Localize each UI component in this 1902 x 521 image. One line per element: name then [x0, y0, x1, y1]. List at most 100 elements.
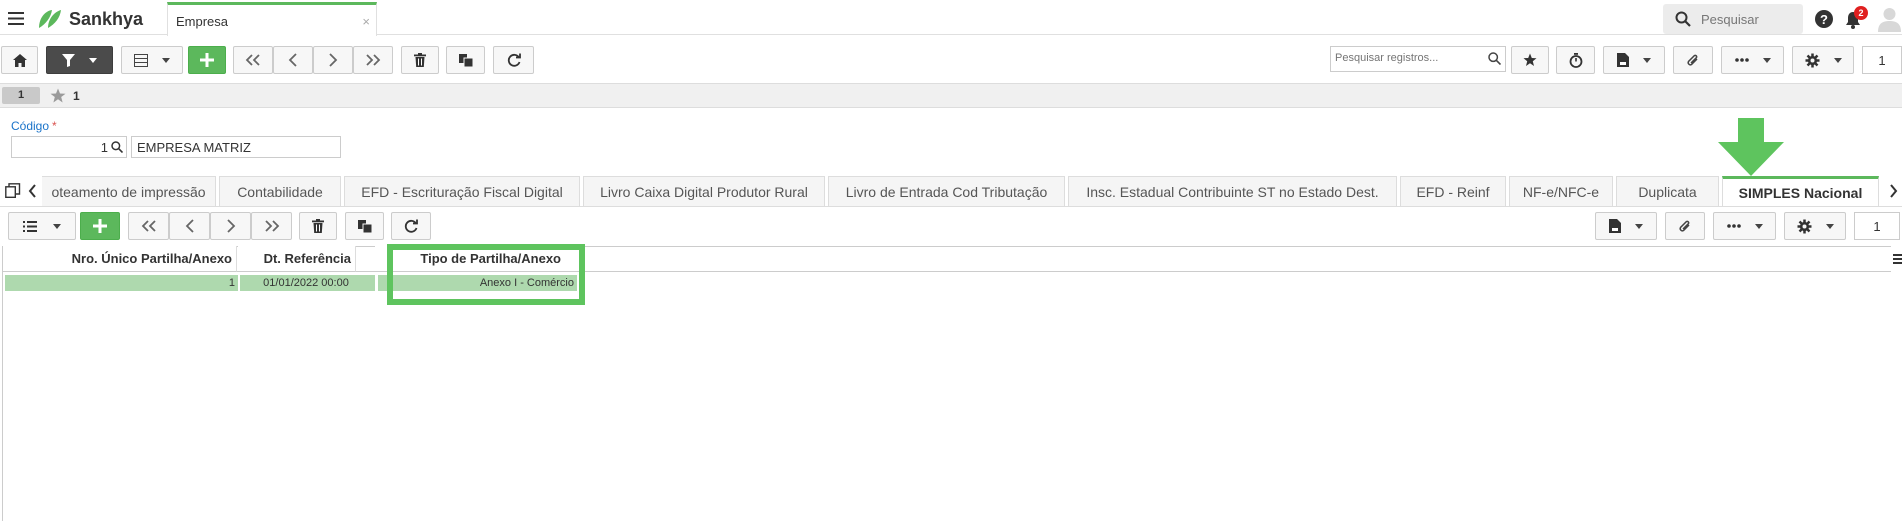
- grid-previous-button[interactable]: [169, 212, 210, 240]
- more-actions-button[interactable]: [1721, 46, 1784, 74]
- chevron-down-icon: [162, 57, 170, 63]
- attachments-button[interactable]: [1673, 46, 1713, 74]
- help-icon[interactable]: ?: [1815, 10, 1833, 28]
- arrow-down-icon: [1718, 118, 1784, 176]
- tab-efd-reinf[interactable]: EFD - Reinf: [1400, 176, 1506, 206]
- first-record-button[interactable]: [233, 46, 273, 74]
- column-menu-icon[interactable]: [1893, 254, 1902, 264]
- chevron-right-icon[interactable]: [1889, 184, 1898, 198]
- record-index-pill[interactable]: 1: [2, 87, 40, 104]
- stopwatch-icon: [1569, 52, 1582, 68]
- chevron-down-icon: [1643, 57, 1651, 63]
- grid-refresh-button[interactable]: [391, 212, 431, 240]
- tab-insc-estadual[interactable]: Insc. Estadual Contribuinte ST no Estado…: [1068, 176, 1397, 206]
- home-button[interactable]: [1, 46, 38, 74]
- grid-attachments-button[interactable]: [1665, 212, 1705, 240]
- menu-icon[interactable]: [8, 12, 24, 25]
- next-record-button[interactable]: [313, 46, 353, 74]
- grid-first-button[interactable]: [128, 212, 169, 240]
- sankhya-leaf-icon: [39, 10, 61, 28]
- favorite-button[interactable]: [1511, 46, 1549, 74]
- tab-empresa[interactable]: Empresa ×: [167, 2, 377, 36]
- page-number-field[interactable]: 1: [1862, 46, 1902, 74]
- double-chevron-right-icon: [366, 54, 381, 66]
- codigo-label: Código *: [11, 119, 57, 133]
- tab-livro-caixa[interactable]: Livro Caixa Digital Produtor Rural: [583, 176, 825, 206]
- notifications[interactable]: 2: [1845, 6, 1868, 29]
- previous-record-button[interactable]: [273, 46, 313, 74]
- tab-contabilidade[interactable]: Contabilidade: [219, 176, 341, 206]
- add-button[interactable]: [188, 46, 226, 74]
- codigo-field[interactable]: 1: [11, 136, 127, 158]
- grid-reports-button[interactable]: [1595, 212, 1657, 240]
- tab-efd[interactable]: EFD - Escrituração Fiscal Digital: [344, 176, 580, 206]
- favorites-count: 1: [73, 89, 80, 103]
- highlight-box: [387, 244, 585, 305]
- data-grid: Nro. Único Partilha/Anexo Dt. Referência…: [2, 246, 1902, 521]
- trash-icon: [414, 53, 426, 67]
- chevron-down-icon: [89, 57, 97, 63]
- chevron-down-icon: [1762, 57, 1771, 63]
- filter-button[interactable]: [46, 46, 113, 74]
- cell-nro-unico[interactable]: 1: [5, 275, 239, 291]
- copy-icon: [458, 53, 473, 67]
- tab-livro-entrada[interactable]: Livro de Entrada Cod Tributação: [828, 176, 1065, 206]
- tab-duplicata[interactable]: Duplicata: [1616, 176, 1719, 206]
- reports-button[interactable]: [1603, 46, 1665, 74]
- user-avatar[interactable]: [1877, 6, 1902, 32]
- grid-more-button[interactable]: [1713, 212, 1776, 240]
- search-records-input[interactable]: [1335, 52, 1485, 64]
- paperclip-icon: [1687, 54, 1698, 66]
- grid-menu-button[interactable]: [8, 212, 76, 240]
- main-toolbar: 1: [0, 42, 1902, 84]
- grid-page-number[interactable]: 1: [1854, 212, 1900, 240]
- gear-icon: [1797, 219, 1811, 233]
- tab-roteamento[interactable]: oteamento de impressão: [42, 176, 216, 206]
- grid-settings-button[interactable]: [1784, 212, 1846, 240]
- chevron-down-icon: [1754, 223, 1763, 229]
- sankhya-logo[interactable]: Sankhya: [36, 8, 143, 30]
- tabs-divider: [0, 206, 1902, 207]
- star-icon: [1523, 53, 1537, 66]
- grid-last-button[interactable]: [251, 212, 292, 240]
- last-record-button[interactable]: [353, 46, 393, 74]
- filter-icon: [62, 53, 75, 67]
- chevron-down-icon: [1635, 223, 1643, 229]
- double-chevron-right-icon: [264, 220, 279, 232]
- detail-tabs: oteamento de impressão Contabilidade EFD…: [0, 176, 1902, 206]
- refresh-button[interactable]: [493, 46, 534, 74]
- settings-button[interactable]: [1792, 46, 1854, 74]
- refresh-icon: [404, 219, 418, 233]
- grid-duplicate-button[interactable]: [345, 212, 384, 240]
- chevron-down-icon: [53, 223, 61, 229]
- top-bar: Sankhya Empresa × Pesquisar ? 2: [0, 0, 1902, 36]
- record-breadcrumb: 1 1: [0, 84, 1902, 108]
- chevron-left-icon[interactable]: [28, 184, 37, 198]
- tab-simples-nacional[interactable]: SIMPLES Nacional: [1722, 176, 1879, 206]
- chevron-left-icon: [288, 53, 297, 67]
- report-file-icon: [1617, 53, 1629, 67]
- copy-icon[interactable]: [5, 183, 21, 198]
- trash-icon: [312, 219, 324, 233]
- search-icon[interactable]: [111, 141, 123, 153]
- timer-button[interactable]: [1556, 46, 1595, 74]
- tab-nfe-nfce[interactable]: NF-e/NFC-e: [1509, 176, 1613, 206]
- more-dots-icon: [1734, 58, 1749, 62]
- grid-view-button[interactable]: [121, 46, 183, 74]
- global-search[interactable]: Pesquisar: [1663, 4, 1803, 34]
- search-records[interactable]: [1330, 46, 1506, 72]
- col-header-dt-referencia[interactable]: Dt. Referência: [238, 246, 356, 272]
- cell-dt-referencia[interactable]: 01/01/2022 00:00: [240, 275, 376, 291]
- grid-add-button[interactable]: [80, 212, 120, 240]
- duplicate-button[interactable]: [446, 46, 485, 74]
- chevron-down-icon: [1825, 223, 1834, 229]
- close-icon[interactable]: ×: [362, 14, 370, 29]
- chevron-right-icon: [226, 219, 235, 233]
- report-file-icon: [1609, 219, 1621, 233]
- star-icon[interactable]: [50, 88, 66, 103]
- col-header-nro-unico[interactable]: Nro. Único Partilha/Anexo: [3, 246, 237, 272]
- grid-next-button[interactable]: [210, 212, 251, 240]
- grid-delete-button[interactable]: [299, 212, 337, 240]
- chevron-left-icon: [185, 219, 194, 233]
- delete-button[interactable]: [401, 46, 439, 74]
